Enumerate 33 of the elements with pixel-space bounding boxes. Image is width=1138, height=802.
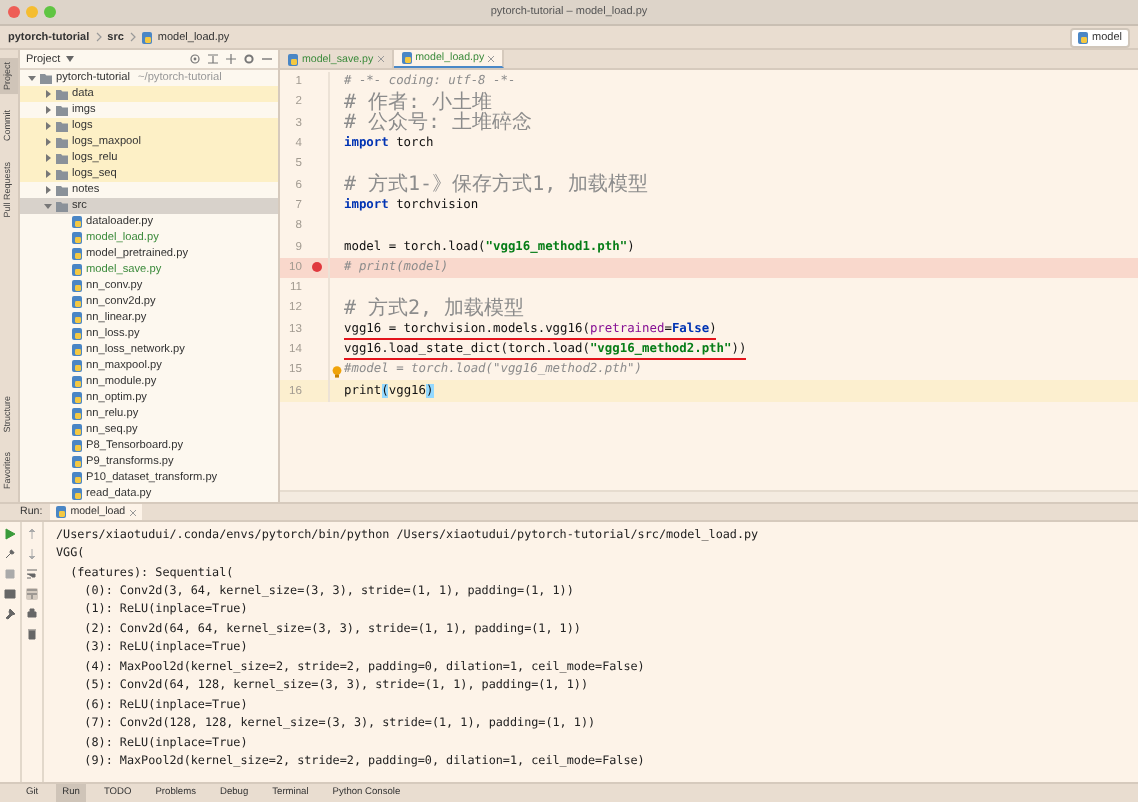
- down-arrow-icon[interactable]: [26, 548, 38, 560]
- up-arrow-icon[interactable]: [26, 528, 38, 540]
- code-line: # 方式1-》保存方式1, 加载模型: [344, 174, 649, 196]
- expand-icon[interactable]: [226, 54, 236, 64]
- close-icon[interactable]: [377, 56, 384, 62]
- chevron-right-icon: [95, 32, 102, 42]
- caret-down-icon[interactable]: [28, 74, 36, 82]
- close-icon[interactable]: [488, 55, 495, 61]
- layout-icon[interactable]: [4, 588, 16, 600]
- lightbulb-icon[interactable]: [332, 366, 342, 379]
- printer-icon[interactable]: [26, 608, 38, 620]
- caret-down-icon[interactable]: [66, 56, 75, 62]
- trash-icon[interactable]: [26, 628, 38, 640]
- caret-down-icon[interactable]: [44, 202, 52, 210]
- close-icon[interactable]: [129, 509, 136, 515]
- collapse-icon[interactable]: [208, 54, 218, 64]
- python-file-icon: [288, 53, 298, 65]
- wrench-icon[interactable]: [4, 548, 16, 560]
- chevron-right-icon: [129, 32, 136, 42]
- soft-wrap-icon[interactable]: [26, 568, 38, 580]
- play-icon[interactable]: [4, 528, 16, 540]
- python-file-icon: [1078, 31, 1089, 43]
- code-line: # 公众号: 土堆碎念: [344, 113, 533, 134]
- minimize-icon[interactable]: [262, 54, 272, 64]
- breakpoint-icon[interactable]: [312, 262, 322, 273]
- code-line: # 方式2, 加载模型: [344, 298, 525, 320]
- python-file-icon: [401, 52, 412, 64]
- close-button[interactable]: [8, 6, 20, 18]
- stop-icon[interactable]: [4, 568, 16, 580]
- target-icon[interactable]: [190, 54, 200, 64]
- code-line: # 作者: 小土堆: [344, 92, 493, 114]
- scroll-to-end-icon[interactable]: [26, 588, 38, 600]
- python-file-icon: [141, 31, 152, 43]
